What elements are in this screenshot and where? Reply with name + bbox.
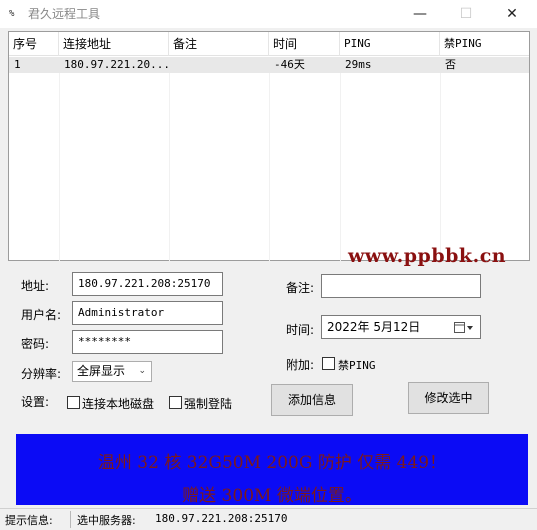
force-login-checkbox[interactable]	[169, 396, 182, 409]
password-label: 密码:	[21, 337, 50, 351]
cell-no-ping: 否	[445, 58, 456, 71]
resolution-select[interactable]: 全屏显示 ⌄	[72, 361, 152, 382]
remark-label: 备注:	[286, 281, 315, 295]
username-field[interactable]: Administrator	[72, 301, 223, 325]
cell-remark	[169, 57, 269, 73]
column-divider	[340, 57, 341, 261]
column-divider	[59, 57, 60, 261]
column-divider	[169, 57, 170, 261]
status-bar: 提示信息: 选中服务器: 180.97.221.208:25170	[0, 508, 537, 530]
minimize-button[interactable]: —	[397, 0, 443, 28]
column-header-address[interactable]: 连接地址	[59, 32, 169, 56]
ad-banner[interactable]: 温州 32 核 32G50M 200G 防护 仅需 449！ 赠送 300M 微…	[16, 434, 528, 506]
settings-label: 设置:	[21, 395, 50, 409]
column-header-time[interactable]: 时间	[269, 32, 340, 56]
attach-label: 附加:	[286, 358, 315, 372]
no-ping-label[interactable]: 禁PING	[338, 357, 376, 373]
address-field[interactable]: 180.97.221.208:25170	[72, 272, 223, 296]
app-icon: %	[9, 9, 15, 19]
close-button[interactable]: ✕	[489, 0, 535, 28]
hint-label: 提示信息:	[5, 514, 53, 527]
username-label: 用户名:	[21, 308, 62, 322]
cell-address: 180.97.221.20...	[64, 58, 169, 71]
column-header-index[interactable]: 序号	[9, 32, 59, 56]
address-label: 地址:	[21, 279, 50, 293]
window-title: 君久远程工具	[28, 7, 101, 21]
chevron-down-icon: ⌄	[138, 366, 146, 376]
remark-field[interactable]	[321, 274, 481, 298]
maximize-button[interactable]: ☐	[443, 0, 489, 28]
column-header-remark[interactable]: 备注	[169, 32, 269, 56]
calendar-dropdown-icon[interactable]	[454, 316, 474, 338]
cell-ping: 29ms	[345, 58, 372, 71]
column-header-no-ping[interactable]: 禁PING	[440, 32, 529, 56]
no-ping-checkbox[interactable]	[322, 357, 335, 370]
column-divider	[269, 57, 270, 261]
resolution-label: 分辨率:	[21, 367, 62, 381]
password-field[interactable]: ********	[72, 330, 223, 354]
selected-server-value: 180.97.221.208:25170	[155, 512, 288, 525]
edit-selected-button[interactable]: 修改选中	[408, 382, 489, 414]
date-value: 2022年 5月12日	[327, 320, 421, 334]
column-divider	[440, 57, 441, 261]
connect-disk-checkbox[interactable]	[67, 396, 80, 409]
cell-time: -46天	[274, 58, 305, 71]
cell-index: 1	[14, 58, 21, 71]
connect-disk-label[interactable]: 连接本地磁盘	[82, 395, 154, 412]
status-divider	[70, 511, 71, 528]
time-label: 时间:	[286, 323, 315, 337]
resolution-value: 全屏显示	[77, 364, 126, 378]
force-login-label[interactable]: 强制登陆	[184, 395, 232, 412]
add-info-button[interactable]: 添加信息	[271, 384, 353, 416]
server-list[interactable]: 序号 连接地址 备注 时间 PING 禁PING 1 180.97.221.20…	[8, 31, 530, 261]
title-bar[interactable]: % 君久远程工具 — ☐ ✕	[0, 0, 537, 28]
list-header: 序号 连接地址 备注 时间 PING 禁PING	[9, 32, 529, 56]
table-row[interactable]: 1 180.97.221.20... -46天 29ms 否	[9, 57, 529, 73]
date-picker[interactable]: 2022年 5月12日	[321, 315, 481, 339]
selected-server-label: 选中服务器:	[77, 514, 136, 527]
watermark-text: www.ppbbk.cn	[348, 245, 507, 267]
banner-line-2: 赠送 300M 微端位置。	[182, 486, 362, 506]
banner-line-1: 温州 32 核 32G50M 200G 防护 仅需 449！	[97, 453, 447, 473]
column-header-ping[interactable]: PING	[340, 32, 440, 56]
